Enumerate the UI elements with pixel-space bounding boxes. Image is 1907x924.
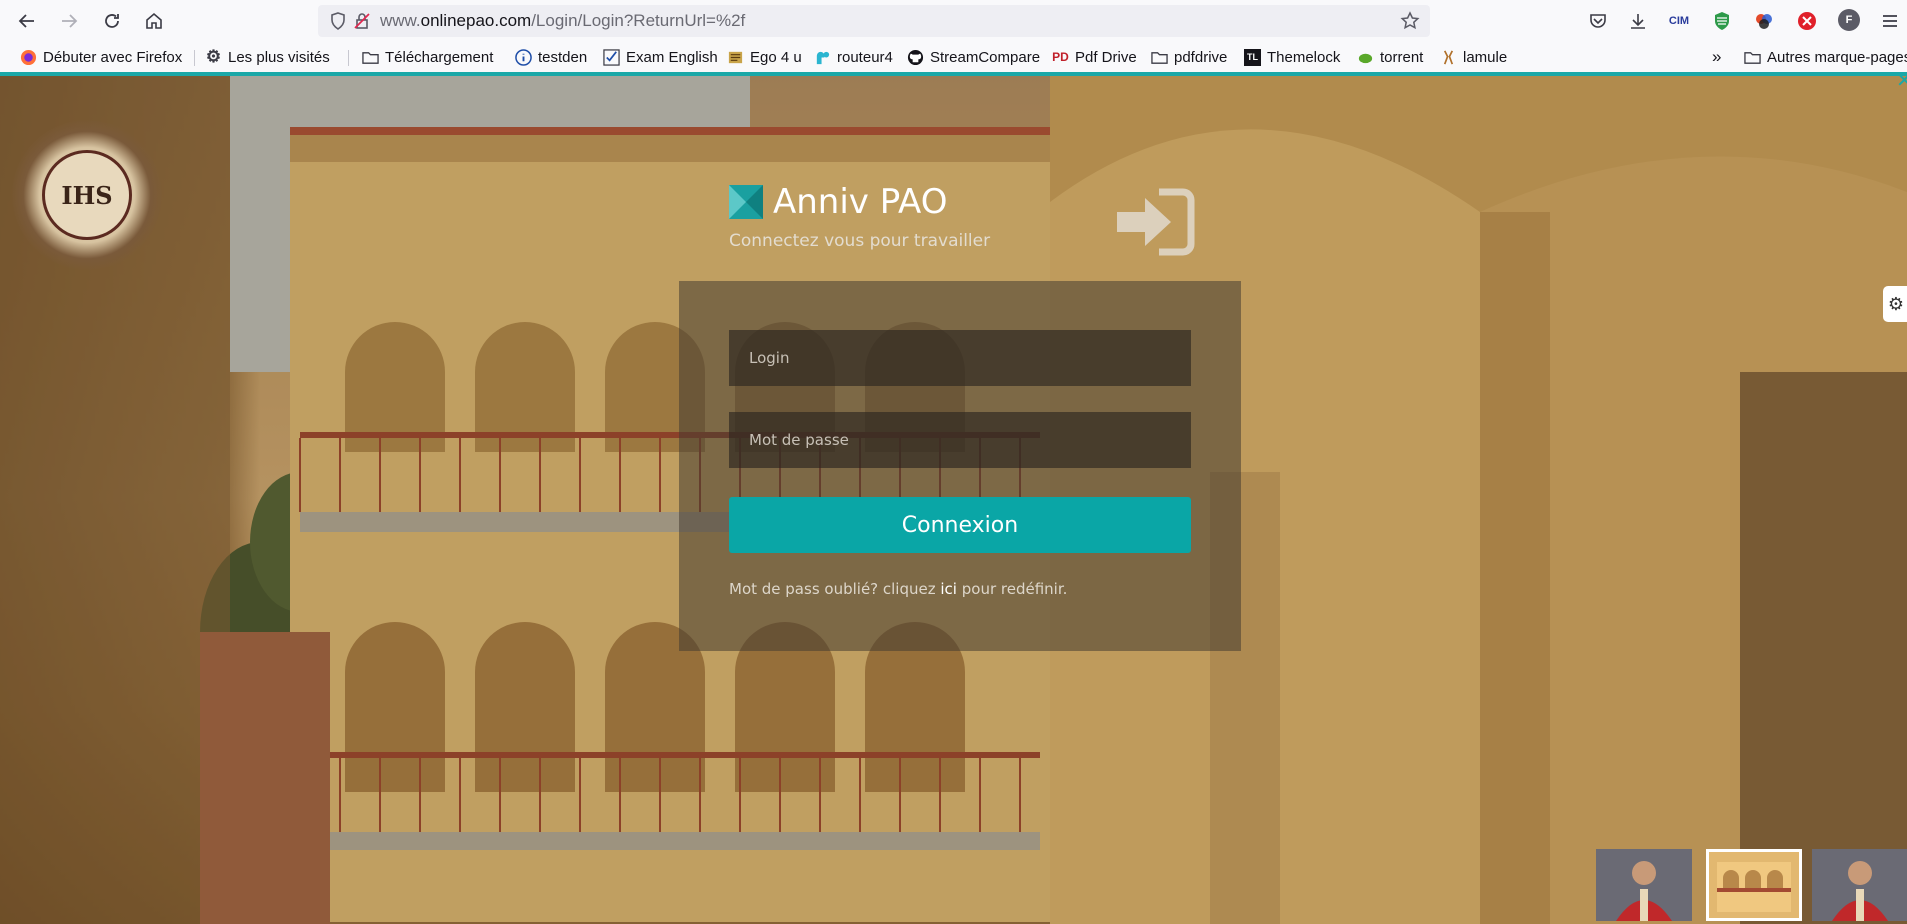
forward-button[interactable] [53, 6, 85, 36]
background-thumbnail-2[interactable] [1706, 849, 1802, 921]
background-thumbnail-1[interactable] [1596, 849, 1692, 921]
bookmark-label: testden [538, 48, 588, 66]
bookmark-les-plus-visites[interactable]: ⚙ Les plus visités [205, 46, 330, 68]
lamule-icon [1440, 49, 1457, 66]
cim-extension[interactable]: CIM [1667, 9, 1691, 33]
login-page-background: IHS Anniv PAO Connectez vous pour travai… [0, 72, 1907, 924]
download-icon[interactable] [1626, 9, 1650, 33]
bookmark-label: Les plus visités [228, 48, 330, 66]
page-accent-line [0, 72, 1907, 76]
seal-monogram: IHS [42, 150, 132, 240]
institution-seal-logo: IHS [12, 120, 162, 270]
login-input[interactable] [729, 330, 1191, 386]
bookmark-label: Autres marque-pages [1767, 48, 1907, 66]
gear-icon: ⚙ [205, 47, 222, 66]
bookmark-exam-english[interactable]: Exam English [603, 46, 718, 68]
ego-icon [727, 49, 744, 66]
tplink-icon [814, 49, 831, 66]
bookmark-label: Ego 4 u [750, 48, 802, 66]
bookmark-label: Exam English [626, 48, 718, 66]
bookmark-label: lamule [1463, 48, 1508, 66]
pdfdrive-icon: PD [1052, 50, 1069, 64]
home-button[interactable] [138, 6, 170, 36]
bookmark-label: StreamCompare [930, 48, 1041, 66]
bookmark-routeur4[interactable]: routeur4 [814, 46, 893, 68]
bookmark-separator [348, 50, 349, 66]
shield-extension-icon[interactable] [1710, 9, 1734, 33]
torrent-icon [1357, 49, 1374, 66]
reset-password-link[interactable]: ici [940, 580, 957, 598]
url-domain: onlinepao.com [420, 11, 532, 30]
github-icon [907, 49, 924, 66]
password-input[interactable] [729, 412, 1191, 468]
firefox-icon [20, 49, 37, 66]
forward-arrow-icon [62, 14, 78, 28]
menu-icon[interactable] [1878, 9, 1902, 33]
url-prefix: www. [380, 11, 421, 30]
gear-icon: ⚙ [1887, 293, 1905, 315]
bookmark-label: pdfdrive [1174, 48, 1228, 66]
bookmark-lamule[interactable]: lamule [1440, 46, 1507, 68]
reload-icon [105, 14, 119, 28]
bookmark-pdfdrive-folder[interactable]: pdfdrive [1151, 46, 1227, 68]
bookmark-debuter-firefox[interactable]: Débuter avec Firefox [20, 46, 182, 68]
browser-toolbar: www.onlinepao.com/Login/Login?ReturnUrl=… [0, 0, 1907, 42]
forgot-password-text: Mot de pass oublié? cliquez ici pour red… [729, 580, 1067, 598]
info-icon [515, 48, 532, 66]
bookmark-torrent[interactable]: torrent [1357, 46, 1423, 68]
bookmark-label: torrent [1380, 48, 1424, 66]
bookmark-separator [194, 50, 195, 66]
brand-subtitle: Connectez vous pour travailler [729, 231, 991, 251]
reload-button[interactable] [96, 6, 128, 36]
folder-icon [1151, 49, 1168, 66]
tracking-shield-icon[interactable] [328, 11, 348, 31]
bookmarks-overflow-chevron-icon[interactable]: » [1712, 46, 1721, 68]
folder-icon [362, 49, 379, 66]
bookmark-label: Débuter avec Firefox [43, 48, 183, 66]
bookmark-label: Pdf Drive [1075, 48, 1137, 66]
settings-gear-tab[interactable]: ⚙ [1883, 286, 1907, 322]
bookmark-star-icon[interactable] [1400, 11, 1420, 31]
checkbox-icon [603, 48, 620, 66]
forgot-prefix: Mot de pass oublié? cliquez [729, 580, 941, 598]
address-bar[interactable]: www.onlinepao.com/Login/Login?ReturnUrl=… [318, 5, 1430, 37]
background-thumbnail-3[interactable] [1812, 849, 1907, 921]
pocket-icon[interactable] [1586, 9, 1610, 33]
bookmark-label: routeur4 [837, 48, 893, 66]
bookmark-pdf-drive[interactable]: PD Pdf Drive [1052, 46, 1137, 68]
bookmark-label: Téléchargement [385, 48, 494, 66]
bookmark-testden[interactable]: testden [515, 46, 587, 68]
brand-logo-icon [729, 185, 763, 219]
brand-header: Anniv PAO [729, 182, 947, 222]
themelock-icon: TL [1244, 48, 1261, 66]
multicolor-extension-icon[interactable] [1752, 9, 1776, 33]
bookmark-other-bookmarks[interactable]: Autres marque-pages [1744, 46, 1907, 68]
bookmark-telechargement[interactable]: Téléchargement [362, 46, 493, 68]
back-arrow-icon [18, 14, 34, 28]
forgot-suffix: pour redéfinir. [956, 580, 1068, 598]
url-text[interactable]: www.onlinepao.com/Login/Login?ReturnUrl=… [380, 11, 745, 31]
bookmark-label: Themelock [1267, 48, 1341, 66]
connexion-button[interactable]: Connexion [729, 497, 1191, 553]
profile-avatar[interactable]: F [1838, 9, 1860, 31]
sign-in-icon [1117, 188, 1195, 256]
bookmark-themelock[interactable]: TL Themelock [1244, 46, 1340, 68]
url-path: /Login/Login?ReturnUrl=%2f [531, 11, 746, 30]
bookmarks-bar: Débuter avec Firefox ⚙ Les plus visités … [0, 42, 1907, 73]
folder-icon [1744, 49, 1761, 66]
bookmark-streamcompare[interactable]: StreamCompare [907, 46, 1040, 68]
block-extension-icon[interactable] [1795, 9, 1819, 33]
home-icon [146, 12, 162, 29]
insecure-lock-icon[interactable] [352, 11, 372, 31]
back-button[interactable] [11, 6, 43, 36]
bookmark-ego-4-u[interactable]: Ego 4 u [727, 46, 802, 68]
brand-title: Anniv PAO [773, 182, 948, 222]
